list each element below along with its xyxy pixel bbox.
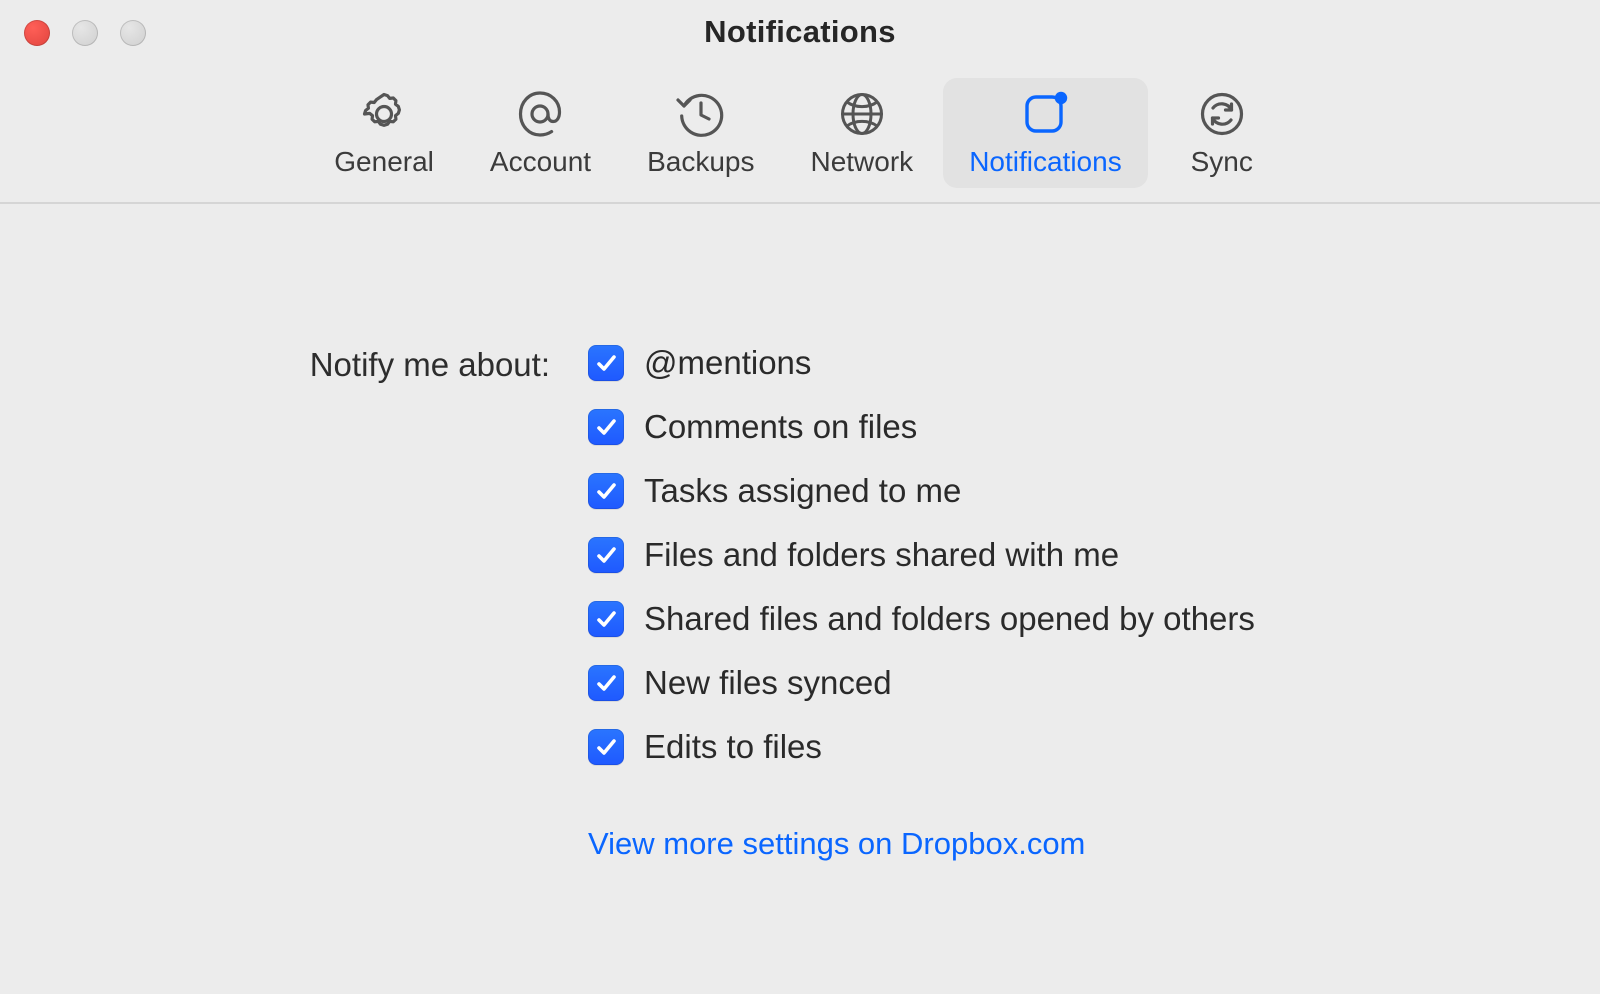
window-close-button[interactable] bbox=[24, 20, 50, 46]
check-icon bbox=[595, 352, 617, 374]
tab-general[interactable]: General bbox=[308, 78, 460, 188]
preferences-window: Notifications General bbox=[0, 0, 1600, 994]
checkbox[interactable] bbox=[588, 601, 624, 637]
tab-network[interactable]: Network bbox=[784, 78, 939, 188]
window-zoom-button[interactable] bbox=[120, 20, 146, 46]
tab-backups[interactable]: Backups bbox=[621, 78, 780, 188]
checkbox[interactable] bbox=[588, 729, 624, 765]
option-shared-with-me[interactable]: Files and folders shared with me bbox=[588, 536, 1255, 574]
option-label: @mentions bbox=[644, 344, 811, 382]
option-label: New files synced bbox=[644, 664, 892, 702]
checkbox[interactable] bbox=[588, 537, 624, 573]
option-opened-by-others[interactable]: Shared files and folders opened by other… bbox=[588, 600, 1255, 638]
section-label: Notify me about: bbox=[60, 344, 550, 384]
tab-label: Sync bbox=[1191, 146, 1253, 178]
traffic-lights bbox=[24, 20, 146, 46]
history-icon bbox=[675, 88, 727, 140]
option-new-synced[interactable]: New files synced bbox=[588, 664, 1255, 702]
checkbox[interactable] bbox=[588, 345, 624, 381]
sync-icon bbox=[1196, 88, 1248, 140]
tab-sync[interactable]: Sync bbox=[1152, 78, 1292, 188]
tab-label: General bbox=[334, 146, 434, 178]
tab-label: Backups bbox=[647, 146, 754, 178]
check-icon bbox=[595, 480, 617, 502]
option-mentions[interactable]: @mentions bbox=[588, 344, 1255, 382]
tab-label: Network bbox=[810, 146, 913, 178]
preferences-toolbar: General Account bbox=[0, 64, 1600, 202]
tab-notifications[interactable]: Notifications bbox=[943, 78, 1148, 188]
globe-icon bbox=[836, 88, 888, 140]
option-label: Files and folders shared with me bbox=[644, 536, 1119, 574]
checkbox[interactable] bbox=[588, 473, 624, 509]
options-list: @mentions Comments on files Tasks assign… bbox=[588, 344, 1255, 862]
option-label: Tasks assigned to me bbox=[644, 472, 961, 510]
check-icon bbox=[595, 416, 617, 438]
checkbox[interactable] bbox=[588, 409, 624, 445]
option-comments[interactable]: Comments on files bbox=[588, 408, 1255, 446]
option-tasks[interactable]: Tasks assigned to me bbox=[588, 472, 1255, 510]
content-area: Notify me about: @mentions Comments on f… bbox=[0, 204, 1600, 862]
at-icon bbox=[514, 88, 566, 140]
window-title: Notifications bbox=[0, 14, 1600, 50]
option-label: Shared files and folders opened by other… bbox=[644, 600, 1255, 638]
check-icon bbox=[595, 544, 617, 566]
option-label: Comments on files bbox=[644, 408, 917, 446]
window-minimize-button[interactable] bbox=[72, 20, 98, 46]
gear-icon bbox=[358, 88, 410, 140]
more-settings-link[interactable]: View more settings on Dropbox.com bbox=[588, 826, 1255, 862]
check-icon bbox=[595, 736, 617, 758]
titlebar: Notifications bbox=[0, 0, 1600, 64]
option-label: Edits to files bbox=[644, 728, 822, 766]
check-icon bbox=[595, 608, 617, 630]
tab-label: Account bbox=[490, 146, 591, 178]
notify-section: Notify me about: @mentions Comments on f… bbox=[60, 344, 1540, 862]
option-edits[interactable]: Edits to files bbox=[588, 728, 1255, 766]
checkbox[interactable] bbox=[588, 665, 624, 701]
check-icon bbox=[595, 672, 617, 694]
notification-icon bbox=[1019, 88, 1071, 140]
tab-label: Notifications bbox=[969, 146, 1122, 178]
tab-account[interactable]: Account bbox=[464, 78, 617, 188]
